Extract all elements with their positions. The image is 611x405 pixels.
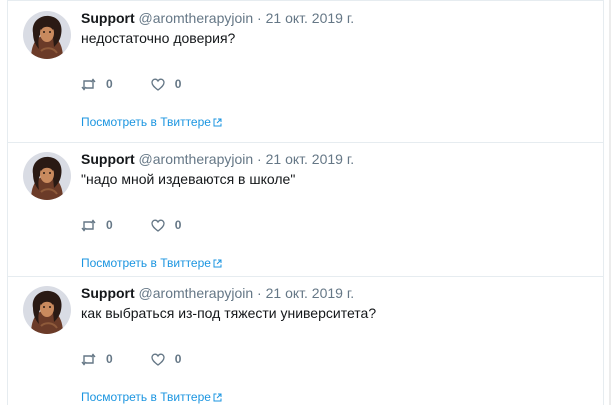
view-on-twitter-link[interactable]: Посмотреть в Твиттере — [81, 115, 222, 129]
tweet-actions: 0 0 — [81, 75, 219, 93]
tweet-inner: Support @aromtherapyjoin · 21 окт. 2019 … — [8, 276, 603, 405]
retweet-icon — [81, 218, 96, 232]
tweet-card[interactable]: Support @aromtherapyjoin · 21 окт. 2019 … — [7, 142, 604, 277]
like-button[interactable]: 0 — [151, 218, 182, 232]
external-link-icon — [213, 118, 222, 127]
timestamp[interactable]: 21 окт. 2019 г. — [266, 151, 355, 167]
retweet-icon — [81, 352, 96, 366]
tweet-actions: 0 0 — [81, 216, 219, 234]
retweet-button[interactable]: 0 — [81, 352, 113, 366]
tweet-header: Support @aromtherapyjoin · 21 окт. 2019 … — [81, 150, 593, 168]
separator: · — [257, 10, 262, 26]
avatar[interactable] — [23, 11, 71, 59]
avatar-image — [23, 286, 71, 334]
tweet-body: Support @aromtherapyjoin · 21 окт. 2019 … — [81, 9, 593, 129]
timestamp[interactable]: 21 окт. 2019 г. — [266, 285, 355, 301]
view-on-twitter-link[interactable]: Посмотреть в Твиттере — [81, 256, 222, 270]
view-link-label: Посмотреть в Твиттере — [81, 390, 211, 404]
heart-icon — [151, 78, 165, 91]
tweet-body: Support @aromtherapyjoin · 21 окт. 2019 … — [81, 150, 593, 270]
avatar[interactable] — [23, 152, 71, 200]
tweet-text: "надо мной издеваются в школе" — [81, 171, 296, 187]
view-on-twitter-link[interactable]: Посмотреть в Твиттере — [81, 390, 222, 404]
retweet-count: 0 — [106, 77, 113, 91]
author-name[interactable]: Support — [81, 10, 135, 26]
tweet-body: Support @aromtherapyjoin · 21 окт. 2019 … — [81, 284, 593, 404]
tweet-inner: Support @aromtherapyjoin · 21 окт. 2019 … — [8, 1, 603, 142]
like-count: 0 — [174, 218, 182, 232]
retweet-button[interactable]: 0 — [81, 218, 113, 232]
author-handle[interactable]: @aromtherapyjoin — [139, 151, 254, 167]
tweet-header: Support @aromtherapyjoin · 21 окт. 2019 … — [81, 9, 593, 27]
view-link-label: Посмотреть в Твиттере — [81, 256, 211, 270]
author-name[interactable]: Support — [81, 151, 135, 167]
tweet-header: Support @aromtherapyjoin · 21 окт. 2019 … — [81, 284, 593, 302]
tweet-feed: Support @aromtherapyjoin · 21 окт. 2019 … — [0, 0, 611, 405]
retweet-count: 0 — [106, 218, 113, 232]
like-button[interactable]: 0 — [151, 77, 182, 91]
author-handle[interactable]: @aromtherapyjoin — [139, 10, 254, 26]
tweet-card[interactable]: Support @aromtherapyjoin · 21 окт. 2019 … — [7, 0, 604, 143]
like-button[interactable]: 0 — [151, 352, 182, 366]
retweet-icon — [81, 77, 96, 91]
separator: · — [257, 285, 262, 301]
author-handle[interactable]: @aromtherapyjoin — [139, 285, 254, 301]
author-name[interactable]: Support — [81, 285, 135, 301]
external-link-icon — [213, 259, 222, 268]
retweet-button[interactable]: 0 — [81, 77, 113, 91]
avatar[interactable] — [23, 286, 71, 334]
retweet-count: 0 — [106, 352, 113, 366]
tweet-actions: 0 0 — [81, 350, 219, 368]
timestamp[interactable]: 21 окт. 2019 г. — [266, 10, 355, 26]
view-link-label: Посмотреть в Твиттере — [81, 115, 211, 129]
like-count: 0 — [174, 352, 182, 366]
avatar-image — [23, 11, 71, 59]
tweet-inner: Support @aromtherapyjoin · 21 окт. 2019 … — [8, 142, 603, 276]
heart-icon — [151, 219, 165, 232]
tweet-text: как выбраться из-под тяжести университет… — [81, 305, 377, 321]
external-link-icon — [213, 393, 222, 402]
avatar-image — [23, 152, 71, 200]
tweet-card[interactable]: Support @aromtherapyjoin · 21 окт. 2019 … — [7, 276, 604, 405]
like-count: 0 — [174, 77, 182, 91]
heart-icon — [151, 353, 165, 366]
tweet-text: недостаточно доверия? — [81, 30, 236, 46]
separator: · — [257, 151, 262, 167]
